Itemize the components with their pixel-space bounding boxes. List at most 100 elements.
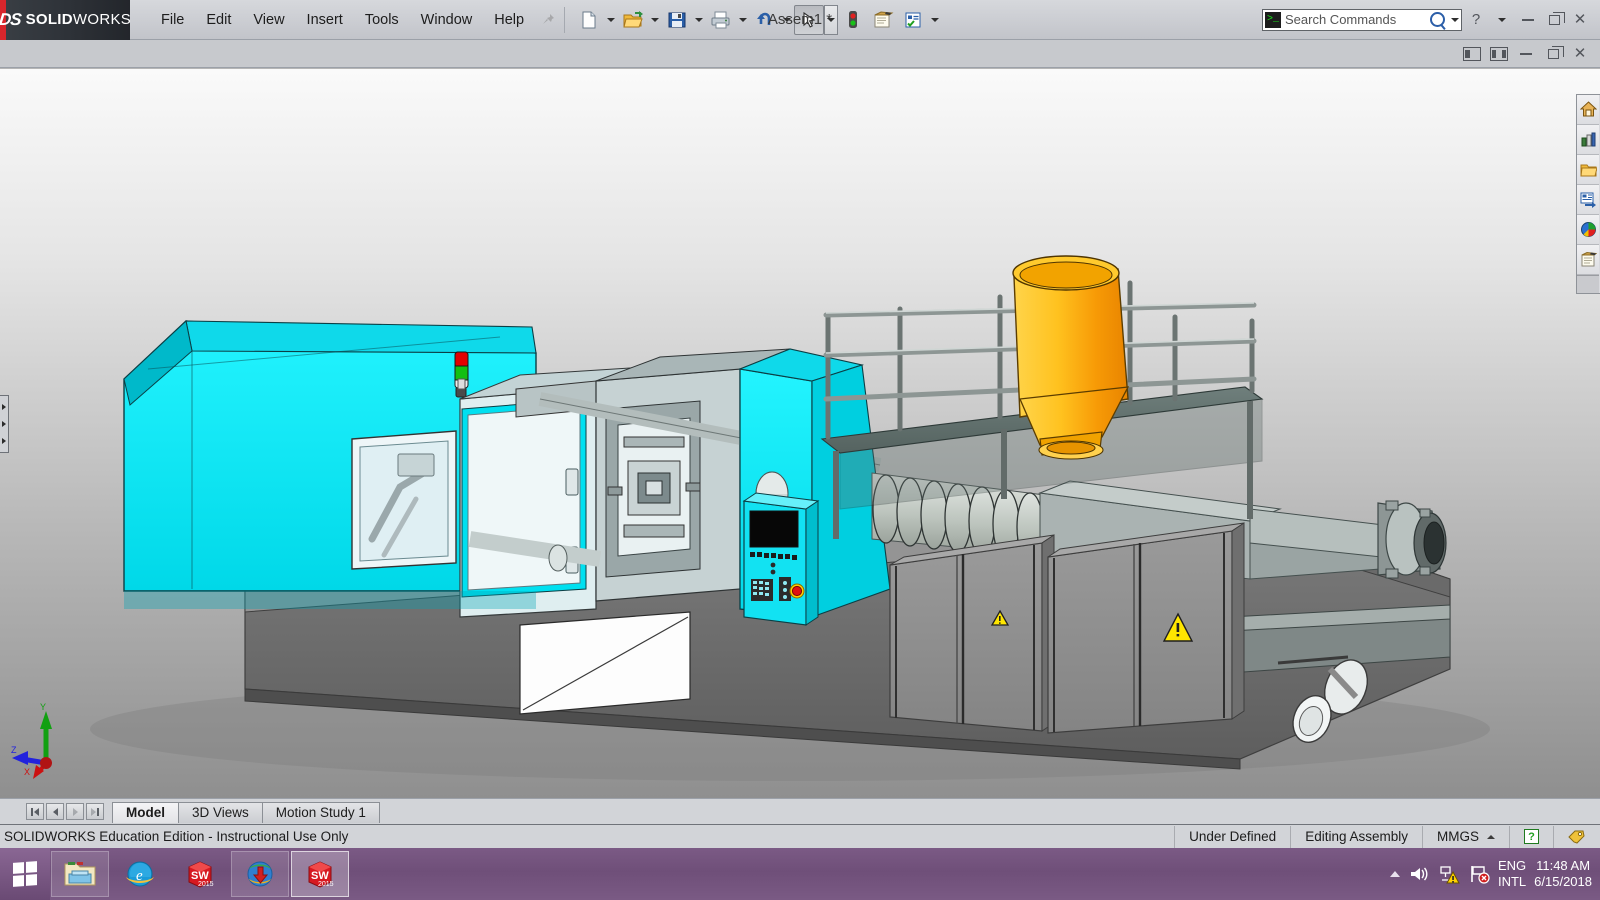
menu-view[interactable]: View [242,7,295,33]
status-bar-right: Under Defined Editing Assembly MMGS ? [1174,825,1600,848]
solidworks-wordmark: SOLIDWORKS [26,11,132,28]
save-dropdown[interactable] [692,5,706,35]
start-button[interactable] [0,848,50,900]
tab-motion-study-1[interactable]: Motion Study 1 [261,801,380,823]
menu-items: File Edit View Insert Tools Window Help [150,7,555,33]
tab-nav-first[interactable] [26,803,44,820]
download-manager-icon [247,861,273,887]
select-tool-button[interactable] [794,4,825,35]
solidworks-logo[interactable]: DS SOLIDWORKS [0,0,132,40]
clock-time: 11:48 AM [1536,857,1591,873]
chevron-down-icon [651,17,660,22]
status-tag-icon-cell[interactable] [1553,825,1600,848]
menu-tools[interactable]: Tools [354,7,410,33]
standard-toolbar [574,4,942,35]
first-icon [31,807,33,816]
window-close-button[interactable]: ✕ [1568,8,1592,32]
save-button[interactable] [662,5,692,35]
language-line-2: INTL [1497,874,1527,889]
show-hidden-icons-icon[interactable] [1389,871,1400,877]
tab-3d-views[interactable]: 3D Views [178,801,263,823]
new-document-button[interactable] [574,5,604,35]
chevron-down-icon [695,17,704,22]
minimize-icon [1520,52,1532,55]
clock-date: 6/15/2018 [1534,874,1592,889]
coordinate-triad: Y Z X [11,702,52,779]
help-button[interactable]: ? [1464,8,1488,32]
tab-model[interactable]: Model [112,801,179,823]
volume-icon[interactable] [1408,864,1430,884]
collapse-left-panel-button[interactable] [1460,42,1484,66]
search-input[interactable]: >_ Search Commands [1262,8,1462,31]
last-icon [91,807,96,816]
windows-taskbar: e SW 2015 SW 2015 ENG INTL 11:48 AM 6/15… [0,848,1600,900]
menu-insert[interactable]: Insert [296,7,354,33]
status-help-button[interactable]: ? [1509,825,1553,848]
appearance-button[interactable] [898,5,928,35]
help-dropdown[interactable] [1490,8,1514,32]
taskpane-view-palette[interactable] [1577,185,1599,215]
taskbar-solidworks[interactable]: SW 2015 [171,851,229,897]
menu-file[interactable]: File [150,7,195,33]
undo-dropdown[interactable] [780,5,794,35]
edit-mode-label: Editing Assembly [1290,825,1422,848]
system-tray: ENG INTL 11:48 AM 6/15/2018 [1389,858,1600,891]
expand-arrow-icon [2,420,6,427]
tab-nav-next[interactable] [66,803,84,820]
solidworks-2015-cube-icon: SW 2015 [308,861,334,888]
menu-edit[interactable]: Edit [195,7,242,33]
action-center-flag-icon[interactable] [1468,864,1490,884]
taskpane-file-explorer[interactable] [1577,155,1599,185]
ds-logo-text: DS [0,9,22,29]
tab-nav-prev[interactable] [46,803,64,820]
collapse-right-panel-button[interactable] [1487,42,1511,66]
next-icon [72,807,78,816]
doc-restore-button[interactable] [1541,42,1565,66]
rebuild-button[interactable] [838,5,868,35]
units-selector[interactable]: MMGS [1422,825,1509,848]
clock[interactable]: 11:48 AM 6/15/2018 [1534,858,1592,891]
close-icon: ✕ [1573,45,1587,62]
taskpane-appearances[interactable] [1577,215,1599,245]
menu-window[interactable]: Window [410,7,484,33]
expand-arrow-icon [2,404,6,411]
pushpin-icon[interactable] [541,13,555,27]
undo-button[interactable] [750,5,780,35]
open-document-button[interactable] [618,5,648,35]
chevron-up-icon [1487,834,1495,839]
file-explorer-icon [64,862,96,886]
taskbar-download-manager[interactable] [231,851,289,897]
menubar-right-group: >_ Search Commands ? ✕ [1262,8,1600,32]
taskpane-custom-properties[interactable] [1577,245,1599,275]
taskbar-file-explorer[interactable] [51,851,109,897]
taskbar-solidworks-active[interactable]: SW 2015 [291,851,349,897]
doc-close-button[interactable]: ✕ [1568,42,1592,66]
triad-x-label: X [24,767,30,777]
taskbar-internet-explorer[interactable]: e [111,851,169,897]
taskpane-tail [1577,275,1599,293]
magnifier-icon[interactable] [1430,12,1445,27]
select-tool-dropdown[interactable] [824,4,839,35]
previous-icon [52,807,58,816]
window-minimize-button[interactable] [1516,8,1540,32]
help-question-icon: ? [1471,11,1481,28]
search-dropdown-icon[interactable] [1451,17,1459,22]
options-button[interactable] [868,5,898,35]
taskpane-design-library[interactable] [1577,125,1599,155]
new-document-dropdown[interactable] [604,5,618,35]
graphics-viewport[interactable]: Y Z X [0,69,1600,798]
feature-manager-flyout-handle[interactable] [0,395,9,453]
network-warning-icon[interactable] [1438,864,1460,884]
menu-help[interactable]: Help [483,7,535,33]
print-button[interactable] [706,5,736,35]
language-line-1: ENG [1497,857,1527,873]
input-language-indicator[interactable]: ENG INTL [1498,858,1526,891]
window-restore-button[interactable] [1542,8,1566,32]
task-pane [1576,94,1600,294]
doc-minimize-button[interactable] [1514,42,1538,66]
open-document-dropdown[interactable] [648,5,662,35]
taskpane-home[interactable] [1577,95,1599,125]
print-dropdown[interactable] [736,5,750,35]
tab-nav-last[interactable] [86,803,104,820]
appearance-dropdown[interactable] [928,5,942,35]
